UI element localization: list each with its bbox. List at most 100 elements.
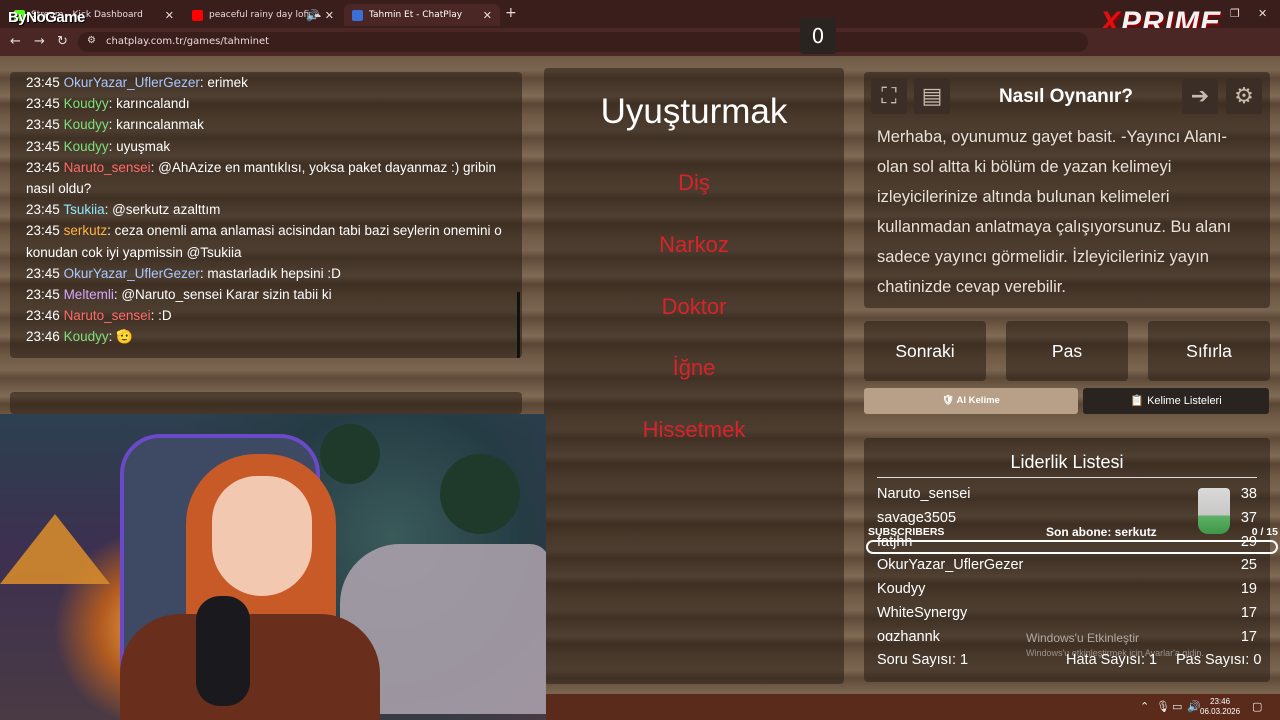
pass-button[interactable]: Pas [1006,321,1128,381]
player-score: 17 [1240,605,1257,621]
chat-username[interactable]: serkutz [64,223,108,238]
divider [877,477,1257,478]
subscriber-goal: SUBSCRIBERS Son abone: serkutz 0 / 15 [868,525,1278,539]
plant-leaf [440,454,520,534]
close-icon[interactable]: ✕ [325,9,334,22]
chat-message: 23:45 Koudyy: karıncalandı [26,96,190,112]
chat-username[interactable]: Koudyy [64,117,109,132]
plant-leaf [320,424,380,484]
speaker-icon[interactable]: 🔊 [306,9,320,22]
browser-tab-bar: Stream - Kick Dashboard ✕ peaceful rainy… [0,0,1280,39]
mic-icon[interactable]: 🎙 [1156,700,1170,713]
chat-message: 23:45 OkurYazar_UflerGezer: erimek [26,75,248,90]
close-icon[interactable]: ✕ [165,9,174,22]
score-counter: 0 [800,18,836,54]
ai-word-button[interactable]: 🛡 AI Kelime [864,388,1078,414]
player-score: 25 [1240,557,1257,573]
player-score: 38 [1240,486,1257,502]
chat-message: 23:45 Koudyy: karıncalanmak [26,117,204,133]
new-tab-button[interactable]: + [505,5,517,21]
next-button[interactable]: Sonraki [864,321,986,381]
tab-title: peaceful rainy day lofi ☁ [209,10,322,20]
clock-time: 23:46 [1210,697,1231,706]
site-info-icon[interactable]: ⚙ [87,35,96,46]
question-count: Soru Sayısı: 1 [877,652,969,668]
forward-icon[interactable]: → [34,34,45,49]
chat-message: 23:45 Meltemli: @Naruto_sensei Karar siz… [26,287,332,303]
chat-time: 23:45 [26,96,60,112]
chat-text: 🫡 [116,329,133,345]
reset-button[interactable]: Sıfırla [1148,321,1270,381]
chat-username[interactable]: Koudyy [64,96,109,111]
tab-lofi[interactable]: peaceful rainy day lofi ☁ 🔊 ✕ [184,4,342,26]
chat-username[interactable]: Naruto_sensei [64,160,151,175]
chat-text: @serkutz azalttım [112,202,221,218]
webcam-feed [0,414,546,720]
chat-scrollbar[interactable] [517,292,520,358]
howto-text: Merhaba, oyunumuz gayet basit. -Yayıncı … [877,128,1232,296]
chat-username[interactable]: OkurYazar_UflerGezer [64,75,200,90]
chat-text: erimek [207,75,248,90]
chatplay-favicon-icon [352,9,363,21]
chat-message: 23:46 Koudyy: 🫡 [26,329,133,345]
player-name: Naruto_sensei [877,486,971,502]
notes-icon[interactable]: ▤ [914,78,950,114]
fullscreen-icon[interactable]: ⛶ [871,78,907,114]
forbidden-word: Hissetmek [642,417,746,442]
leaderboard-row: WhiteSynergy 17 [877,605,1257,629]
chat-username[interactable]: Meltemli [64,287,114,302]
address-bar: ← → ↻ ⚙ chatplay.com.tr/games/tahminet [0,28,1280,56]
chat-panel: 23:45 OkurYazar_UflerGezer: erimek 23:45 … [10,72,522,358]
forbidden-word: Diş [678,170,710,195]
player-score: 17 [1240,629,1257,641]
chat-username[interactable]: Koudyy [64,329,109,344]
leaderboard-title: Liderlik Listesi [1010,452,1124,472]
chat-message: 23:46 Naruto_sensei: :D [26,308,172,324]
chat-message: 23:45 Koudyy: uyuşmak [26,138,171,154]
player-name: WhiteSynergy [877,605,968,621]
gear-icon[interactable]: ⚙ [1226,78,1262,114]
chat-username[interactable]: OkurYazar_UflerGezer [64,266,200,281]
forbidden-word: Narkoz [659,232,729,257]
subscriber-progress-bar [866,540,1278,554]
tab-chatplay[interactable]: Tahmin Et - ChatPlay ✕ [344,4,500,26]
clock-date: 06.03.2026 [1200,707,1241,716]
forbidden-word: Doktor [661,294,727,319]
sub-progress: 0 / 15 [1251,526,1278,538]
reload-icon[interactable]: ↻ [57,34,68,49]
chat-message: 23:45 Tsukiia: @serkutz azalttım [26,202,221,218]
restore-icon[interactable]: ❐ [1230,7,1240,20]
forbidden-word: İğne [672,355,716,380]
chat-time: 23:45 [26,202,60,218]
chat-time: 23:45 [26,287,60,303]
network-icon[interactable]: ▭ [1172,700,1182,713]
chat-time: 23:45 [26,159,60,175]
clock[interactable]: 23:46 06.03.2026 [1200,697,1240,717]
windows-activate-subnotice: Windows'u etkinleştirmek için Ayarlar'a … [1026,648,1204,658]
microphone [196,596,250,706]
exit-icon[interactable]: ➔ [1182,78,1218,114]
back-icon[interactable]: ← [10,34,21,49]
chat-text: uyuşmak [116,138,171,154]
volume-icon[interactable]: 🔊 [1187,700,1201,713]
notification-icon[interactable]: ▢ [1252,700,1262,713]
streamer-face [212,476,312,596]
chat-text: @Naruto_sensei Karar sizin tabii ki [121,287,332,303]
subscribers-label: SUBSCRIBERS [868,526,945,538]
minimize-icon[interactable]: — [1206,7,1217,20]
chat-username[interactable]: Tsukiia [63,202,104,217]
url-input[interactable]: ⚙ chatplay.com.tr/games/tahminet [78,32,1088,52]
close-icon[interactable]: ✕ [483,9,492,22]
close-window-icon[interactable]: ✕ [1258,7,1267,20]
chat-username[interactable]: Koudyy [64,139,109,154]
leaderboard-row: Koudyy 19 [877,581,1257,605]
chat-time: 23:45 [26,138,60,154]
chat-message: 23:45 serkutz: ceza onemli ama anlamasi … [26,223,502,260]
last-sub: Son abone: serkutz [1046,525,1157,539]
player-score: 19 [1240,581,1257,597]
chevron-up-icon[interactable]: ⌃ [1140,700,1149,713]
url-text: chatplay.com.tr/games/tahminet [106,36,270,47]
player-name: OkurYazar_UflerGezer [877,557,1024,573]
chat-username[interactable]: Naruto_sensei [64,308,151,323]
word-lists-button[interactable]: 📋 Kelime Listeleri [1083,388,1269,414]
